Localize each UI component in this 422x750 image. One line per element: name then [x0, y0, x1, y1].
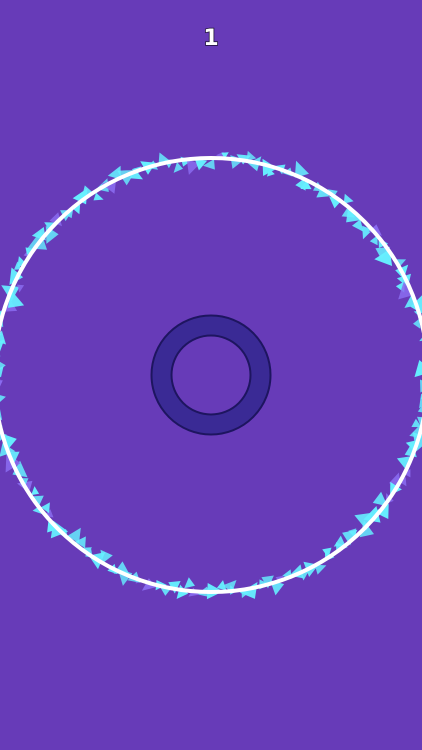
shard	[31, 486, 40, 496]
game-stage[interactable]: 1	[0, 0, 422, 750]
shard	[173, 162, 183, 173]
shard	[0, 380, 3, 387]
player-ring-icon[interactable]	[150, 314, 272, 436]
shard	[184, 577, 195, 589]
shard	[414, 360, 422, 378]
game-field[interactable]	[0, 0, 422, 750]
shard	[0, 395, 6, 403]
shard	[0, 330, 6, 345]
